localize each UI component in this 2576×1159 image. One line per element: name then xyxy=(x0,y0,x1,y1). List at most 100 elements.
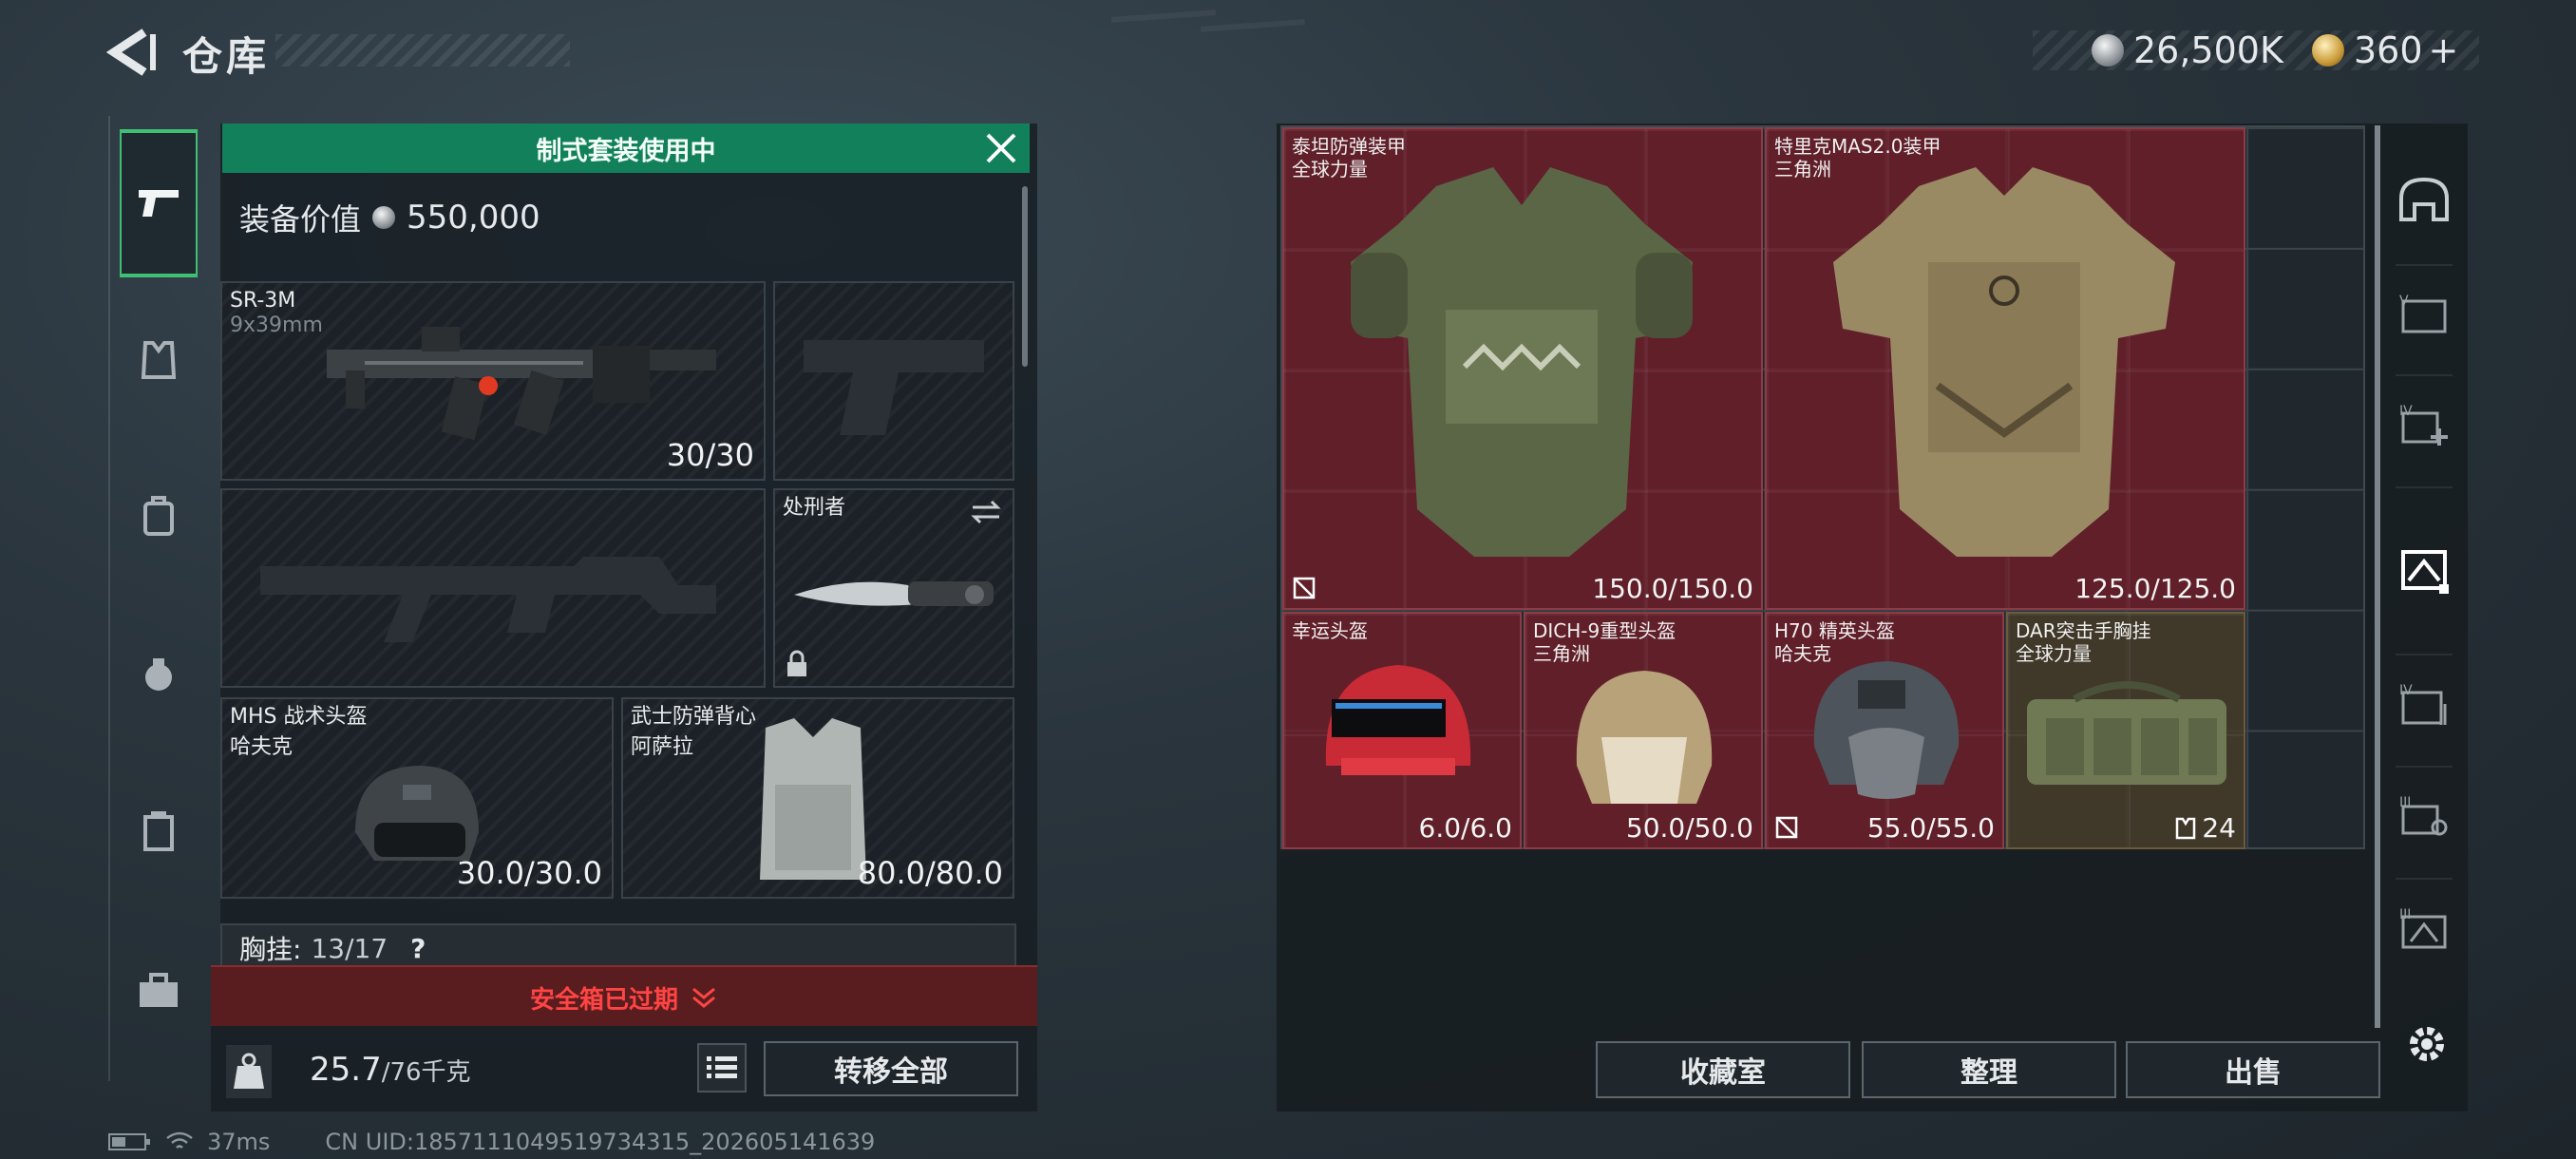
uid: CN UID:1857111049519734315_202605141639 xyxy=(325,1129,876,1155)
page-title: 仓库 xyxy=(182,33,271,80)
collectible-filter-icon: III xyxy=(2399,907,2447,949)
item-durability: 150.0/150.0 xyxy=(1592,573,1753,604)
storage-scrollbar[interactable] xyxy=(2375,125,2380,1028)
filter-tier4-docs[interactable]: IV xyxy=(2386,667,2462,743)
item-durability: 50.0/50.0 xyxy=(1625,812,1753,844)
helmet-slot[interactable]: MHS 战术头盔 哈夫克 30.0/30.0 xyxy=(220,697,614,899)
storage-filter-nav: V IV IV III III xyxy=(2386,142,2462,1016)
chest-rig-count: 13/17 xyxy=(311,932,388,964)
nav-bag[interactable] xyxy=(120,635,198,712)
container-icon xyxy=(143,811,174,851)
filter-helmet[interactable] xyxy=(2386,162,2462,238)
storage-item[interactable]: 特里克MAS2.0装甲 三角洲 125.0/125.0 xyxy=(1765,127,2245,610)
loadout-banner: 制式套装使用中 xyxy=(222,124,1030,173)
loadout-scrollbar[interactable] xyxy=(1022,186,1028,367)
equipment-filter-icon xyxy=(2401,550,2449,594)
safebox-expired-bar[interactable]: 安全箱已过期 xyxy=(211,965,1037,1028)
helmet-filter-icon xyxy=(2399,177,2449,221)
tools-filter-icon: III xyxy=(2399,795,2448,836)
secondary-weapon-slot[interactable] xyxy=(220,488,766,688)
storage-item[interactable]: 幸运头盔 6.0/6.0 xyxy=(1282,612,1522,849)
filter-tier3-tools[interactable]: III xyxy=(2386,779,2462,855)
left-category-nav xyxy=(108,116,209,1081)
nav-backpack[interactable] xyxy=(120,477,198,555)
silver-coin-icon xyxy=(2092,34,2124,66)
storage-item[interactable]: H70 精英头盔 哈夫克 55.0/55.0 xyxy=(1765,612,2004,849)
svg-text:III: III xyxy=(2399,907,2411,922)
storage-item[interactable]: DAR突击手胸挂 全球力量 24 xyxy=(2006,612,2245,849)
storage-item[interactable]: DICH-9重型头盔 三角洲 50.0/50.0 xyxy=(1524,612,1763,849)
silver-currency: 26,500K xyxy=(2092,27,2283,74)
nav-armor[interactable] xyxy=(120,321,198,399)
battery-icon xyxy=(108,1133,150,1150)
item-durability: 6.0/6.0 xyxy=(1418,812,1513,844)
help-icon[interactable]: ? xyxy=(410,933,426,964)
weapon-name: SR-3M xyxy=(230,289,296,313)
armor-slot[interactable]: 武士防弹背心 阿萨拉 80.0/80.0 xyxy=(621,697,1014,899)
filter-tier3-collectibles[interactable]: III xyxy=(2386,891,2462,967)
transfer-all-button[interactable]: 转移全部 xyxy=(764,1041,1018,1096)
filter-tier3-active[interactable] xyxy=(2386,530,2462,606)
rig-capacity-icon xyxy=(2176,817,2196,839)
chevron-down-icon xyxy=(692,987,715,1008)
armor-faction: 阿萨拉 xyxy=(631,735,694,759)
weight-current: 25.7 xyxy=(310,1051,382,1089)
silver-coin-icon xyxy=(372,206,396,229)
weapon-ammo: 30/30 xyxy=(666,437,754,473)
knife-image xyxy=(794,581,994,606)
tan-helmet-image xyxy=(1576,671,1713,804)
melee-slot[interactable]: 处刑者 xyxy=(773,488,1014,688)
collection-room-button[interactable]: 收藏室 xyxy=(1596,1041,1850,1098)
primary-weapon-slot[interactable]: SR-3M 9x39mm 30/30 xyxy=(220,281,766,481)
item-name: DICH-9重型头盔 xyxy=(1533,619,1676,642)
no-insure-icon xyxy=(1775,816,1798,839)
elite-helmet-image xyxy=(1813,661,1960,799)
helmet-durability: 30.0/30.0 xyxy=(456,855,602,891)
nav-container[interactable] xyxy=(120,792,198,870)
filter-tier4-medical[interactable]: IV xyxy=(2386,388,2462,464)
lock-icon xyxy=(787,650,806,676)
list-view-button[interactable] xyxy=(697,1043,747,1092)
nav-weapons[interactable] xyxy=(120,129,198,277)
no-insure-icon xyxy=(1293,577,1316,599)
weight-max: /76千克 xyxy=(381,1058,471,1087)
back-icon[interactable] xyxy=(106,28,160,76)
camo-armor-image xyxy=(1833,167,2175,557)
organize-button[interactable]: 整理 xyxy=(1862,1041,2116,1098)
settings-gear-icon[interactable] xyxy=(2403,1020,2451,1068)
item-durability: 125.0/125.0 xyxy=(2074,573,2236,604)
weight-readout: 25.7/76千克 xyxy=(310,1051,471,1089)
sidearm-slot[interactable] xyxy=(773,281,1014,481)
safebox-status: 安全箱已过期 xyxy=(529,985,678,1015)
helmet-faction: 哈夫克 xyxy=(230,735,294,759)
sell-button[interactable]: 出售 xyxy=(2126,1041,2380,1098)
pistol-silhouette-icon xyxy=(804,340,984,435)
heavy-armor-image xyxy=(1351,167,1693,557)
item-name: DAR突击手胸挂 xyxy=(2016,619,2151,642)
equip-value: 装备价值 550,000 xyxy=(239,196,540,239)
item-faction: 全球力量 xyxy=(2016,642,2092,665)
backpack-icon xyxy=(143,496,174,536)
gold-coin-icon xyxy=(2312,34,2344,66)
title-decoration xyxy=(275,34,570,66)
item-durability: 55.0/55.0 xyxy=(1866,812,1995,844)
rifle-silhouette-icon xyxy=(260,557,716,642)
add-gold-button[interactable]: + xyxy=(2429,29,2459,71)
pistol-icon xyxy=(139,190,179,217)
armor-durability: 80.0/80.0 xyxy=(857,855,1003,891)
wifi-icon xyxy=(166,1131,193,1149)
status-bar: 37ms CN UID:1857111049519734315_20260514… xyxy=(108,1129,875,1155)
close-icon[interactable] xyxy=(984,131,1018,165)
item-capacity-wrap: 24 xyxy=(2175,812,2236,844)
svg-text:IV: IV xyxy=(2399,404,2413,419)
nav-case[interactable] xyxy=(120,952,198,1030)
weight-icon xyxy=(226,1045,272,1098)
item-name: H70 精英头盔 xyxy=(1774,619,1895,642)
chest-rig-image xyxy=(2027,681,2226,785)
storage-item[interactable]: 泰坦防弹装甲 全球力量 150.0/150.0 xyxy=(1282,127,1763,610)
svg-text:IV: IV xyxy=(2399,683,2413,698)
rifle-image xyxy=(327,327,716,441)
gold-currency[interactable]: 360 + xyxy=(2312,27,2458,74)
filter-tier5[interactable]: V xyxy=(2386,277,2462,353)
chest-rig-label: 胸挂: xyxy=(239,934,302,965)
